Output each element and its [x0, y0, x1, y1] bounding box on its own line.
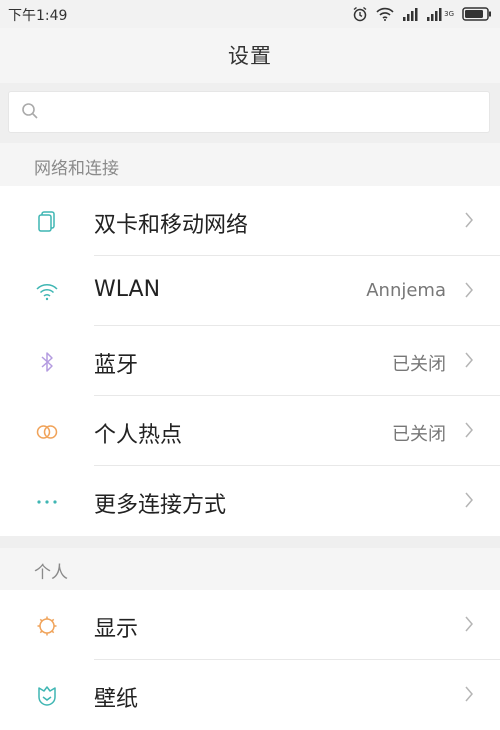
wallpaper-icon	[34, 683, 60, 709]
signal-icon	[402, 7, 418, 21]
wifi-status-icon	[376, 7, 394, 21]
page-title: 设置	[228, 44, 272, 68]
wifi-icon	[34, 279, 60, 305]
search-input[interactable]	[49, 98, 483, 128]
alarm-icon	[352, 6, 368, 22]
more-icon	[34, 489, 60, 515]
section-title-network: 网络和连接	[34, 159, 119, 179]
chevron-right-icon	[464, 281, 474, 303]
section-gap	[0, 536, 500, 548]
chevron-right-icon	[464, 351, 474, 373]
network-label: 3G	[444, 10, 454, 18]
chevron-right-icon	[464, 491, 474, 513]
title-bar: 设置	[0, 28, 500, 82]
settings-item-label: 蓝牙	[94, 353, 139, 378]
chevron-right-icon	[464, 211, 474, 233]
status-bar: 下午1:49 3G	[0, 0, 500, 28]
settings-item-label: WLAN	[94, 277, 161, 302]
chevron-right-icon	[464, 685, 474, 707]
chevron-right-icon	[464, 421, 474, 443]
section-title-personal: 个人	[34, 563, 68, 583]
settings-item-dual-sim[interactable]: 双卡和移动网络	[0, 186, 500, 256]
sim-card-icon	[34, 209, 60, 235]
settings-item-value: 已关闭	[392, 424, 446, 445]
settings-item-label: 显示	[94, 617, 139, 642]
settings-item-label: 双卡和移动网络	[94, 213, 249, 238]
display-icon	[34, 613, 60, 639]
search-area	[0, 83, 500, 143]
settings-item-more-connections[interactable]: 更多连接方式	[0, 466, 500, 536]
status-time: 下午1:49	[8, 8, 68, 24]
hotspot-icon	[34, 419, 60, 445]
signal-3g-icon: 3G	[426, 7, 454, 21]
status-icons: 3G	[352, 5, 492, 23]
section-header-personal: 个人	[0, 548, 500, 590]
settings-item-wlan[interactable]: WLAN Annjema	[0, 256, 500, 326]
settings-item-display[interactable]: 显示	[0, 590, 500, 660]
search-icon	[21, 102, 39, 124]
settings-item-wallpaper[interactable]: 壁纸	[0, 660, 500, 730]
settings-item-label: 个人热点	[94, 423, 183, 448]
settings-item-bluetooth[interactable]: 蓝牙 已关闭	[0, 326, 500, 396]
settings-item-hotspot[interactable]: 个人热点 已关闭	[0, 396, 500, 466]
search-box[interactable]	[8, 91, 490, 133]
chevron-right-icon	[464, 615, 474, 637]
settings-item-label: 更多连接方式	[94, 493, 227, 518]
battery-icon	[462, 7, 492, 21]
settings-item-value: 已关闭	[392, 354, 446, 375]
section-header-network: 网络和连接	[0, 143, 500, 186]
bluetooth-icon	[34, 349, 60, 375]
settings-item-label: 壁纸	[94, 687, 139, 712]
settings-item-value: Annjema	[366, 280, 446, 301]
